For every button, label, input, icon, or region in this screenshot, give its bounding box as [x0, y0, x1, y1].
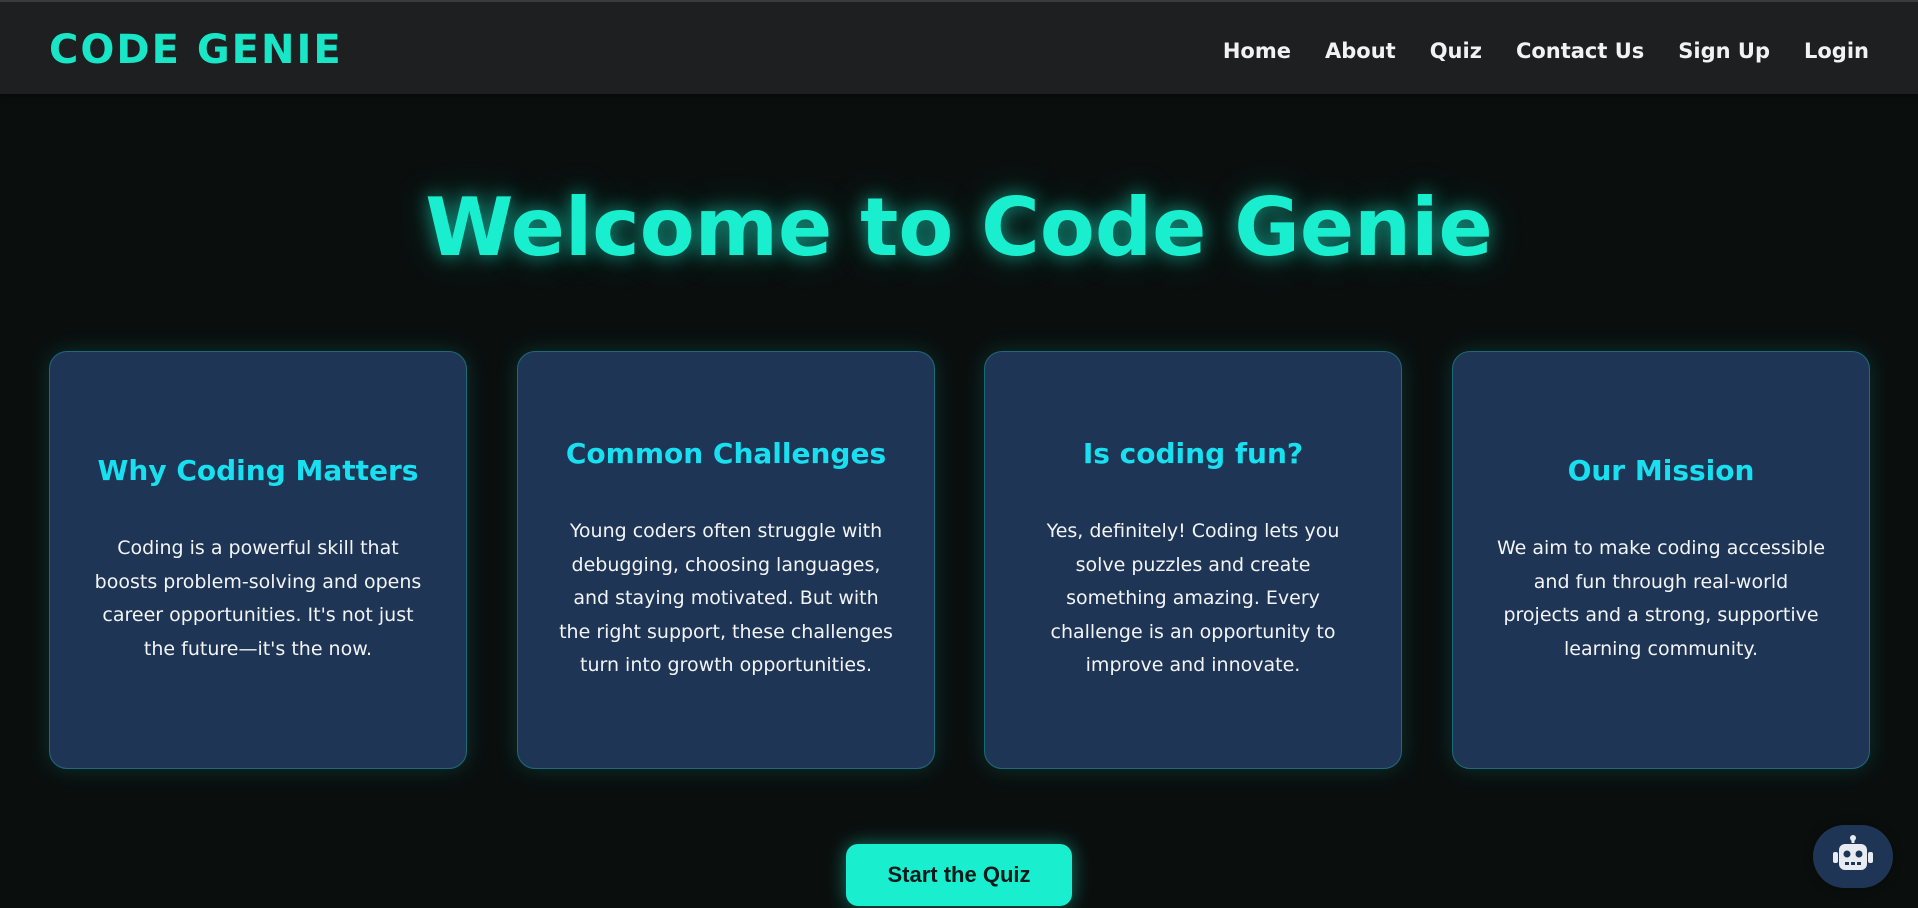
card-text: Young coders often struggle with debuggi…: [559, 520, 893, 677]
card-common-challenges: Common Challenges Young coders often str…: [517, 351, 935, 769]
nav-login[interactable]: Login: [1804, 38, 1869, 64]
robot-icon: [1831, 834, 1875, 879]
nav-signup[interactable]: Sign Up: [1678, 38, 1770, 64]
start-quiz-button[interactable]: Start the Quiz: [846, 844, 1072, 906]
card-text: Yes, definitely! Coding lets you solve p…: [1046, 520, 1340, 677]
main-nav: Home About Quiz Contact Us Sign Up Login: [1223, 38, 1869, 64]
nav-home[interactable]: Home: [1223, 38, 1291, 64]
card-is-coding-fun: Is coding fun? Yes, definitely! Coding l…: [984, 351, 1402, 769]
nav-quiz[interactable]: Quiz: [1430, 38, 1482, 64]
card-title: Is coding fun?: [1082, 437, 1304, 471]
navbar: CODE GENIE Home About Quiz Contact Us Si…: [0, 0, 1918, 94]
nav-contact[interactable]: Contact Us: [1516, 38, 1644, 64]
card-title: Why Coding Matters: [97, 454, 419, 487]
card-title: Common Challenges: [565, 437, 887, 471]
card-our-mission: Our Mission We aim to make coding access…: [1452, 351, 1870, 769]
card-title: Our Mission: [1567, 454, 1755, 487]
card-text: We aim to make coding accessible and fun…: [1496, 537, 1826, 660]
card-why-coding-matters: Why Coding Matters Coding is a powerful …: [49, 351, 467, 769]
page-title: Welcome to Code Genie: [425, 181, 1493, 274]
card-text: Coding is a powerful skill that boosts p…: [94, 537, 422, 660]
nav-about[interactable]: About: [1325, 38, 1396, 64]
chatbot-button[interactable]: [1813, 825, 1893, 888]
brand-logo[interactable]: CODE GENIE: [49, 28, 343, 72]
